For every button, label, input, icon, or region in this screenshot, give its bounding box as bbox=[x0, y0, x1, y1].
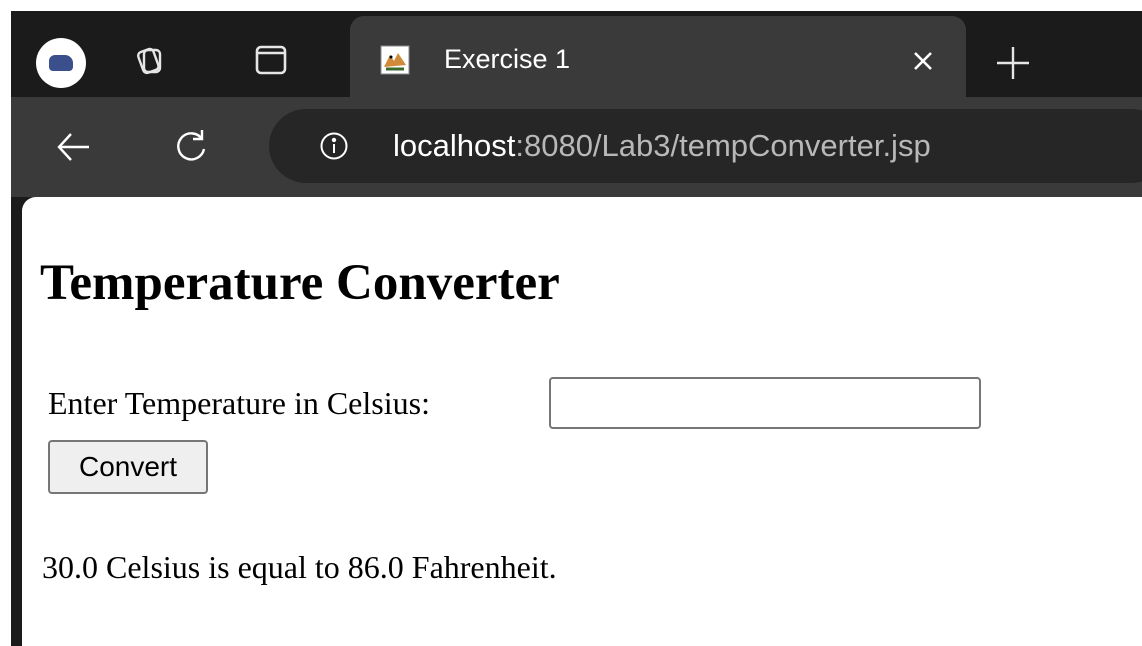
tab-exercise-1[interactable]: Exercise 1 bbox=[350, 16, 966, 97]
plus-icon[interactable] bbox=[991, 41, 1035, 85]
outer-border bbox=[0, 0, 11, 646]
celsius-input-label: Enter Temperature in Celsius: bbox=[48, 385, 430, 421]
tab-strip: Exercise 1 bbox=[11, 11, 1142, 97]
workspaces-icon[interactable] bbox=[126, 38, 170, 82]
tomcat-favicon-icon bbox=[380, 45, 410, 75]
refresh-icon[interactable] bbox=[169, 125, 213, 169]
convert-button[interactable]: Convert bbox=[48, 440, 208, 494]
page-content: Temperature Converter Enter Temperature … bbox=[22, 197, 1142, 646]
browser-window: Exercise 1 localhost:8080/Lab3/tempConve… bbox=[0, 0, 1142, 646]
tab-title: Exercise 1 bbox=[444, 44, 571, 74]
profile-avatar-icon[interactable] bbox=[36, 38, 86, 88]
outer-border bbox=[0, 0, 1142, 11]
page-title: Temperature Converter bbox=[40, 255, 560, 311]
back-arrow-icon[interactable] bbox=[51, 125, 95, 169]
tab-actions-icon[interactable] bbox=[249, 38, 293, 82]
url-text[interactable]: localhost:8080/Lab3/tempConverter.jsp bbox=[393, 127, 931, 165]
browser-toolbar: localhost:8080/Lab3/tempConverter.jsp bbox=[11, 97, 1142, 197]
url-path: :8080/Lab3/tempConverter.jsp bbox=[515, 128, 931, 163]
address-bar[interactable]: localhost:8080/Lab3/tempConverter.jsp bbox=[269, 109, 1142, 183]
info-icon[interactable] bbox=[319, 131, 349, 161]
result-text: 30.0 Celsius is equal to 86.0 Fahrenheit… bbox=[42, 549, 557, 585]
url-host: localhost bbox=[393, 128, 516, 163]
close-icon[interactable] bbox=[906, 44, 940, 78]
celsius-input[interactable] bbox=[549, 377, 981, 429]
